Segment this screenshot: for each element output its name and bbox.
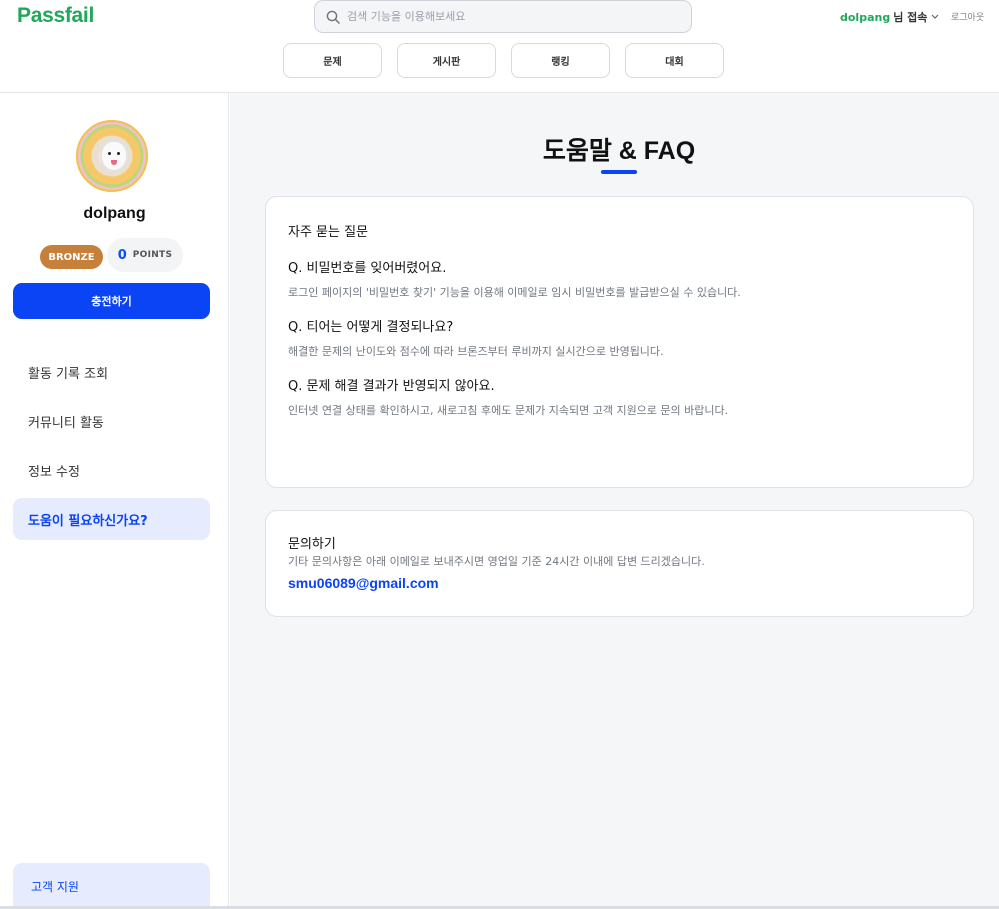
faq-section-title: 자주 묻는 질문 <box>288 225 369 240</box>
nav-problems[interactable]: 문제 <box>283 43 382 78</box>
eye <box>108 152 111 155</box>
sidebar-item-community[interactable]: 커뮤니티 활동 <box>13 400 210 442</box>
support-button[interactable]: 고객 지원 <box>13 863 210 909</box>
eye <box>117 152 120 155</box>
faq-item: Q. 비밀번호를 잊어버렸어요. 로그인 페이지의 '비밀번호 찾기' 기능을 … <box>288 257 951 300</box>
contact-description: 기타 문의사항은 아래 이메일로 보내주시면 영업일 기준 24시간 이내에 답… <box>288 555 705 568</box>
page-title: 도움말 & FAQ <box>542 137 696 165</box>
tongue <box>111 160 117 165</box>
tier-badge: BRONZE <box>40 245 103 269</box>
user-menu[interactable]: dolpang 님 접속 <box>840 9 940 25</box>
search-input[interactable] <box>347 10 667 23</box>
top-header: Passfail dolpang 님 접속 로그아웃 문제 게시판 랭킹 대회 <box>0 0 999 93</box>
faq-answer: 로그인 페이지의 '비밀번호 찾기' 기능을 이용해 이메일로 임시 비밀번호를… <box>288 286 741 299</box>
faq-question: Q. 문제 해결 결과가 반영되지 않아요. <box>288 379 495 394</box>
sidebar-item-help[interactable]: 도움이 필요하신가요? <box>13 498 210 540</box>
faq-answer: 인터넷 연결 상태를 확인하시고, 새로고침 후에도 문제가 지속되면 고객 지… <box>288 404 729 417</box>
points-label: POINTS <box>132 250 173 260</box>
sidebar-menu: 활동 기록 조회 커뮤니티 활동 정보 수정 도움이 필요하신가요? <box>13 351 210 547</box>
contact-card: 문의하기 기타 문의사항은 아래 이메일로 보내주시면 영업일 기준 24시간 … <box>265 510 974 617</box>
main-content: 도움말 & FAQ 자주 묻는 질문 Q. 비밀번호를 잊어버렸어요. 로그인 … <box>230 93 999 907</box>
nav-ranking[interactable]: 랭킹 <box>511 43 610 78</box>
contact-email-link[interactable]: smu06089@gmail.com <box>288 575 439 591</box>
dog-face-image <box>102 142 126 170</box>
contact-title: 문의하기 <box>288 537 336 552</box>
search-bar[interactable] <box>314 0 692 33</box>
sidebar-item-edit-info[interactable]: 정보 수정 <box>13 449 210 491</box>
faq-answer: 해결한 문제의 난이도와 점수에 따라 브론즈부터 루비까지 실시간으로 반영됩… <box>288 345 664 358</box>
logo[interactable]: Passfail <box>17 4 94 28</box>
points-value: 0 <box>117 247 127 263</box>
avatar <box>76 120 148 192</box>
nav-contest[interactable]: 대회 <box>625 43 724 78</box>
search-icon <box>326 10 340 24</box>
faq-card: 자주 묻는 질문 Q. 비밀번호를 잊어버렸어요. 로그인 페이지의 '비밀번호… <box>265 196 974 488</box>
points-badge: 0 POINTS <box>107 238 183 272</box>
faq-item: Q. 문제 해결 결과가 반영되지 않아요. 인터넷 연결 상태를 확인하시고,… <box>288 375 951 418</box>
faq-question: Q. 티어는 어떻게 결정되나요? <box>288 320 454 335</box>
faq-question: Q. 비밀번호를 잊어버렸어요. <box>288 261 447 276</box>
nav-board[interactable]: 게시판 <box>397 43 496 78</box>
faq-item: Q. 티어는 어떻게 결정되나요? 해결한 문제의 난이도와 점수에 따라 브론… <box>288 316 951 359</box>
title-underline <box>601 170 637 174</box>
main-nav: 문제 게시판 랭킹 대회 <box>283 43 724 78</box>
charge-button[interactable]: 충전하기 <box>13 283 210 319</box>
logout-link[interactable]: 로그아웃 <box>951 10 984 23</box>
user-suffix: 님 접속 <box>893 11 928 24</box>
user-name: dolpang <box>840 10 891 24</box>
sidebar-item-activity[interactable]: 활동 기록 조회 <box>13 351 210 393</box>
profile-name: dolpang <box>83 205 146 222</box>
chevron-down-icon <box>931 14 939 19</box>
